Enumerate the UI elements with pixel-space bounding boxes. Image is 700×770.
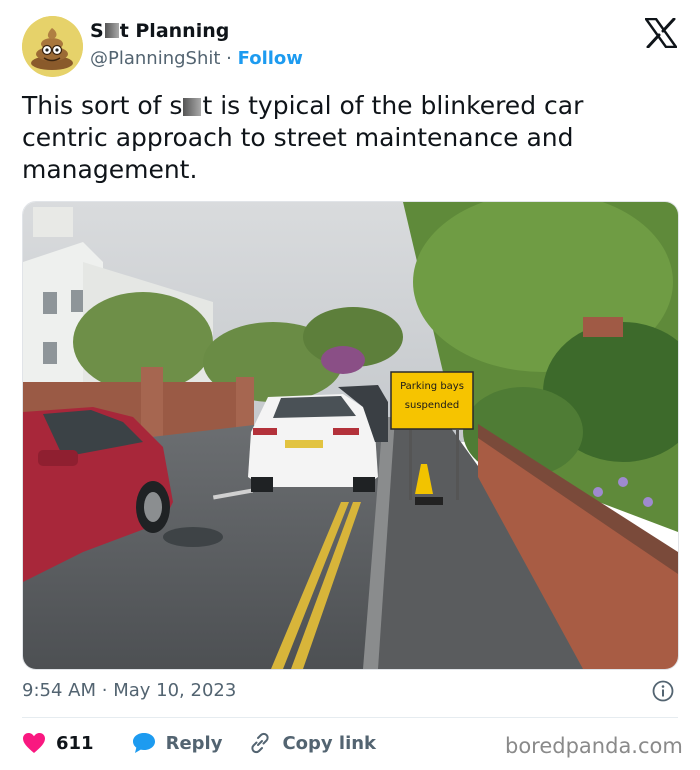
tweet-actions: 611 Reply Copy link xyxy=(22,728,402,758)
copy-link-label: Copy link xyxy=(282,732,377,754)
user-handle[interactable]: @PlanningShit xyxy=(90,48,220,69)
link-icon xyxy=(251,732,270,754)
tweet-text: This sort of st is typical of the blinke… xyxy=(22,90,662,186)
tweet-timestamp[interactable]: 9:54 AM · May 10, 2023 xyxy=(22,680,236,701)
like-button[interactable]: 611 xyxy=(22,732,94,754)
reply-bubble-icon xyxy=(132,733,155,753)
tweet-date: May 10, 2023 xyxy=(113,680,237,701)
censor-block xyxy=(104,23,119,38)
avatar[interactable] xyxy=(22,16,83,77)
divider xyxy=(22,717,678,718)
sign-line1: Parking bays xyxy=(400,381,464,392)
watermark: boredpanda.com xyxy=(505,734,683,758)
reply-label: Reply xyxy=(165,732,223,754)
heart-icon xyxy=(23,733,45,753)
display-name[interactable]: St Planning xyxy=(90,20,229,42)
tweet-photo[interactable]: Parking bays suspended xyxy=(22,201,679,670)
copy-link-button[interactable]: Copy link xyxy=(248,731,376,755)
handle-row: @PlanningShit · Follow xyxy=(90,48,303,69)
street-photo: Parking bays suspended xyxy=(23,202,678,669)
x-logo-icon[interactable] xyxy=(645,18,677,48)
display-name-prefix: S xyxy=(90,20,104,42)
info-icon[interactable] xyxy=(652,680,674,702)
reply-button[interactable]: Reply xyxy=(132,732,223,754)
tweet-time: 9:54 AM xyxy=(22,680,96,701)
display-name-suffix: t Planning xyxy=(119,20,230,42)
censor-block xyxy=(183,98,202,116)
timestamp-separator: · xyxy=(101,680,108,701)
like-count: 611 xyxy=(56,732,94,754)
follow-button[interactable]: Follow xyxy=(238,48,303,69)
avatar-poop-icon xyxy=(22,16,83,77)
tweet-text-part1: This sort of s xyxy=(22,91,183,120)
handle-separator: · xyxy=(226,48,232,69)
sign-line2: suspended xyxy=(405,400,459,411)
